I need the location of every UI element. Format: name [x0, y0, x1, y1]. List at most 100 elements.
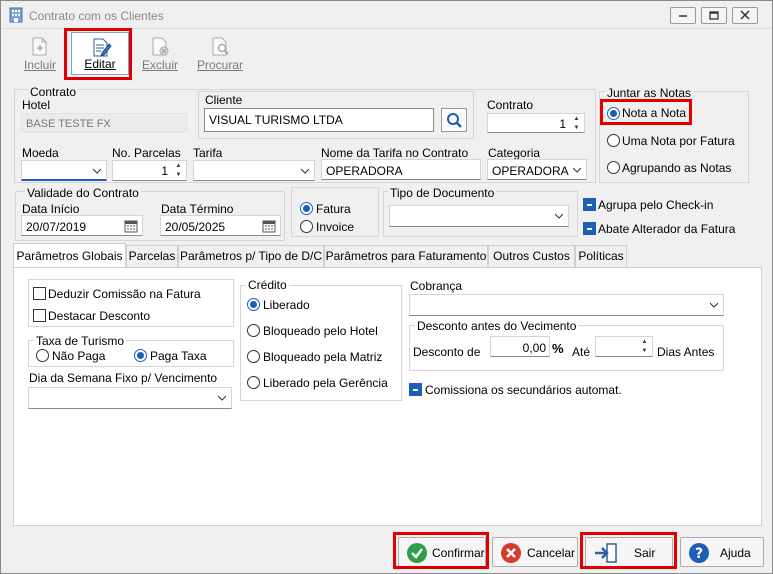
calendar-icon[interactable]	[262, 219, 276, 233]
tab-parcelas[interactable]: Parcelas	[126, 245, 178, 267]
data-termino-value: 20/05/2025	[165, 220, 226, 234]
tarifa-select[interactable]	[193, 160, 315, 181]
data-termino-field[interactable]: 20/05/2025	[160, 215, 281, 236]
tipo-documento-select[interactable]	[389, 205, 569, 227]
paga-taxa-radio[interactable]	[134, 349, 147, 362]
categoria-select[interactable]: OPERADORA	[487, 159, 587, 180]
credito-liberado-gerencia-radio[interactable]	[247, 376, 260, 389]
highlight-sair	[580, 532, 677, 569]
cobranca-select[interactable]	[409, 294, 724, 316]
ate-spin-icon[interactable]: ▲ ▼	[638, 338, 651, 356]
comissiona-checkbox[interactable]	[409, 383, 422, 396]
hotel-value: BASE TESTE FX	[26, 118, 111, 130]
search-document-icon	[212, 37, 229, 56]
building-icon	[9, 7, 23, 23]
tab-label: Parâmetros Globais	[16, 249, 123, 263]
destacar-desconto-label: Destacar Desconto	[48, 309, 151, 323]
maximize-button[interactable]	[701, 7, 727, 24]
tab-label: Outros Custos	[493, 249, 570, 263]
incluir-label: Incluir	[23, 58, 56, 72]
chevron-down-icon	[301, 168, 309, 174]
tab-parametros-faturamento[interactable]: Parâmetros para Faturamento	[324, 245, 488, 267]
tarifa-label: Tarifa	[193, 146, 223, 160]
hotel-label: Hotel	[22, 98, 51, 112]
desconto-title: Desconto antes do Vecimento	[415, 319, 579, 333]
close-icon	[740, 10, 750, 20]
dias-antes-label: Dias Antes	[657, 345, 715, 359]
minimize-button[interactable]	[670, 7, 696, 24]
fatura-radio[interactable]	[300, 202, 313, 215]
credito-liberado-gerencia-label: Liberado pela Gerência	[263, 376, 388, 390]
cobranca-label: Cobrança	[410, 279, 463, 293]
validade-title: Validade do Contrato	[25, 186, 141, 200]
tab-parametros-tipo-dc[interactable]: Parâmetros p/ Tipo de D/C	[178, 245, 324, 267]
agrupando-notas-radio[interactable]	[607, 161, 620, 174]
data-termino-label: Data Término	[161, 202, 234, 216]
tab-politicas[interactable]: Políticas	[575, 245, 627, 267]
cliente-search-button[interactable]	[441, 108, 467, 132]
ajuda-label: Ajuda	[720, 546, 751, 560]
incluir-button[interactable]: Incluir	[11, 32, 69, 75]
abate-alterador-checkbox[interactable]	[583, 222, 596, 235]
procurar-button[interactable]: Procurar	[191, 32, 249, 75]
calendar-icon[interactable]	[124, 219, 138, 233]
procurar-label: Procurar	[196, 58, 243, 72]
desconto-de-label: Desconto de	[413, 345, 481, 359]
nome-tarifa-field[interactable]: OPERADORA	[321, 159, 481, 180]
desconto-value-field[interactable]: 0,00	[490, 336, 550, 357]
data-inicio-label: Data Início	[22, 202, 80, 216]
contrato-spin-icon[interactable]: ▲ ▼	[570, 115, 583, 132]
credito-liberado-radio[interactable]	[247, 298, 260, 311]
contrato-group-title: Contrato	[28, 85, 79, 99]
dia-semana-label: Dia da Semana Fixo p/ Vencimento	[29, 371, 218, 385]
moeda-select[interactable]	[21, 160, 107, 181]
credito-bloqueado-hotel-radio[interactable]	[247, 324, 260, 337]
cancel-circle-icon	[501, 543, 521, 563]
ajuda-button[interactable]: ? Ajuda	[680, 537, 764, 567]
nome-tarifa-value: OPERADORA	[326, 164, 403, 178]
categoria-label: Categoria	[488, 146, 541, 160]
tab-label: Parâmetros para Faturamento	[325, 249, 487, 263]
excluir-label: Excluir	[141, 58, 178, 72]
cancelar-button[interactable]: Cancelar	[492, 537, 578, 567]
uma-nota-por-fatura-radio[interactable]	[607, 134, 620, 147]
help-circle-icon: ?	[689, 543, 709, 563]
dia-semana-select[interactable]	[28, 387, 232, 409]
credito-liberado-label: Liberado	[263, 298, 310, 312]
cliente-field[interactable]: VISUAL TURISMO LTDA	[204, 108, 434, 132]
ate-field[interactable]: ▲ ▼	[595, 336, 653, 357]
agrupa-checkin-checkbox[interactable]	[583, 198, 596, 211]
tab-outros-custos[interactable]: Outros Custos	[488, 245, 575, 267]
tab-parametros-globais[interactable]: Parâmetros Globais	[13, 243, 126, 267]
paga-taxa-label: Paga Taxa	[150, 349, 207, 363]
credito-bloqueado-matriz-label: Bloqueado pela Matriz	[263, 350, 383, 364]
excluir-button[interactable]: Excluir	[131, 32, 189, 75]
moeda-label: Moeda	[22, 146, 59, 160]
parcelas-spin-icon[interactable]: ▲ ▼	[172, 162, 185, 180]
deduzir-comissao-checkbox[interactable]	[33, 287, 46, 300]
invoice-radio[interactable]	[300, 220, 313, 233]
new-document-icon	[32, 37, 47, 56]
highlight-editar	[64, 28, 132, 80]
parcelas-field[interactable]: 1 ▲ ▼	[112, 160, 187, 181]
svg-text:?: ?	[695, 546, 703, 562]
desconto-value: 0,00	[522, 341, 546, 355]
cliente-label: Cliente	[205, 93, 243, 107]
nao-paga-radio[interactable]	[36, 349, 49, 362]
data-inicio-field[interactable]: 20/07/2019	[21, 215, 143, 236]
minimize-icon	[679, 15, 687, 17]
contrato-field[interactable]: 1 ▲ ▼	[487, 113, 585, 133]
destacar-desconto-checkbox[interactable]	[33, 309, 46, 322]
credito-bloqueado-matriz-radio[interactable]	[247, 350, 260, 363]
highlight-confirmar	[393, 532, 489, 569]
hotel-field: BASE TESTE FX	[21, 113, 187, 133]
tab-label: Parcelas	[128, 249, 176, 263]
close-window-button[interactable]	[732, 7, 758, 24]
uma-nota-por-fatura-label: Uma Nota por Fatura	[622, 134, 735, 148]
fatura-label: Fatura	[316, 202, 351, 216]
contrato-value: 1	[559, 117, 566, 131]
credito-bloqueado-hotel-label: Bloqueado pelo Hotel	[263, 324, 378, 338]
invoice-label: Invoice	[316, 220, 355, 234]
tab-label: Políticas	[578, 249, 624, 263]
credito-title: Crédito	[246, 278, 289, 292]
